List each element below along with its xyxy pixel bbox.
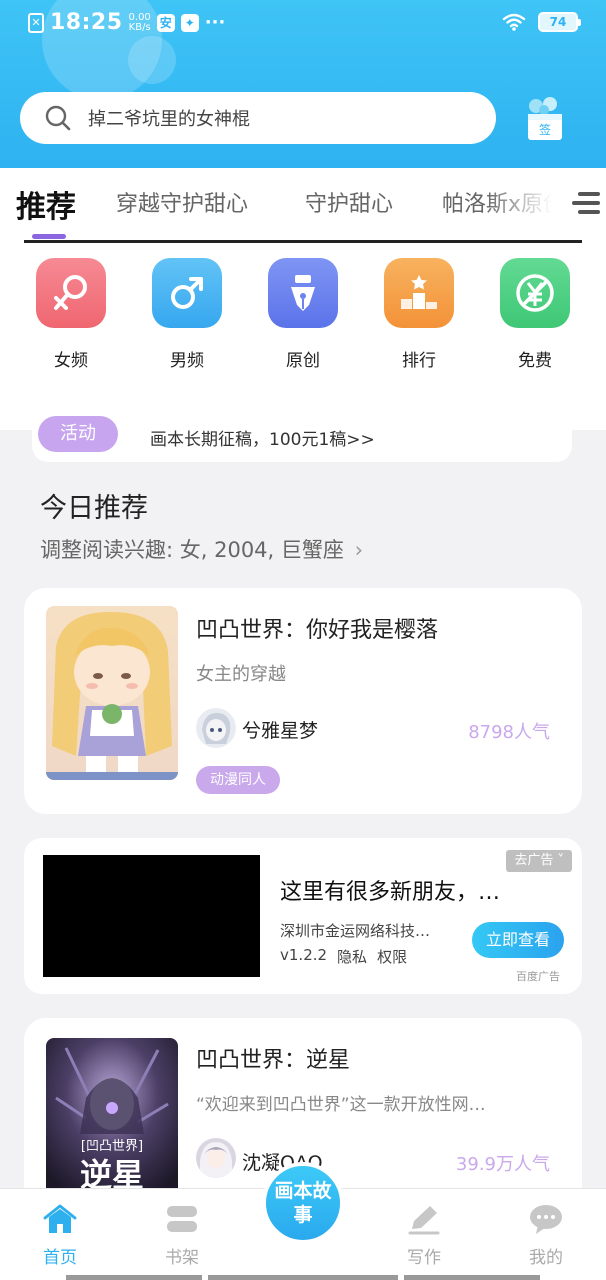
picture-story-button[interactable]: 画本故事 — [262, 1162, 344, 1244]
gesture-bar — [208, 1275, 398, 1280]
book-title: 凹凸世界：你好我是樱落 — [196, 618, 439, 643]
activity-text: 画本长期征稿，100元1稿>> — [150, 430, 375, 450]
search-placeholder: 掉二爷坑里的女神棍 — [88, 109, 250, 130]
no-sim-icon: ✕ — [28, 12, 44, 33]
nav-write[interactable]: 写作 — [384, 1203, 464, 1268]
gift-signin-icon: 签 — [528, 97, 562, 140]
book-description: 女主的穿越 — [196, 664, 286, 685]
author-avatar[interactable] — [196, 1138, 236, 1178]
chevron-right-icon: › — [354, 538, 363, 562]
book-title: 凹凸世界：逆星 — [196, 1048, 351, 1073]
remove-ad-button[interactable]: 去广告 ˅ — [506, 850, 572, 872]
tab-chuanyue-shouhu-tianxin[interactable]: 穿越守护甜心 — [116, 186, 248, 218]
search-bar[interactable]: 掉二爷坑里的女神棍 — [20, 92, 496, 144]
more-notifications-icon: ··· — [204, 12, 226, 33]
app-notification-icon: 安 — [156, 13, 175, 32]
tab-recommend[interactable]: 推荐 — [16, 182, 76, 226]
ad-card[interactable]: 去广告 ˅ 这里有很多新朋友，… 深圳市金运网络科技… v1.2.2 隐私 权限… — [24, 838, 582, 994]
book-description: “欢迎来到凹凸世界”这一款开放性网… — [196, 1095, 486, 1115]
nav-home[interactable]: 首页 — [20, 1203, 100, 1268]
popularity-count: 39.9万人气 — [455, 1154, 550, 1175]
pencil-icon — [406, 1203, 442, 1235]
category-grid: 女频 男频 原创 排行 免费 — [0, 240, 606, 430]
ad-company: 深圳市金运网络科技… — [280, 922, 431, 940]
book-cover-image: [凹凸世界] 逆星 — [46, 1038, 178, 1198]
svg-text:[凹凸世界]: [凹凸世界] — [81, 1139, 143, 1154]
author-name[interactable]: 兮雅星梦 — [242, 716, 318, 743]
female-icon — [36, 258, 106, 328]
status-time: 18:25 — [50, 10, 123, 35]
category-male[interactable]: 男频 — [142, 258, 232, 371]
author-avatar[interactable] — [196, 708, 236, 748]
podium-icon — [384, 258, 454, 328]
ad-source-label: 百度广告 — [516, 970, 560, 983]
wechat-icon: ✦ — [180, 13, 199, 32]
ad-privacy-link[interactable]: 隐私 — [337, 946, 367, 967]
yuan-free-icon — [500, 258, 570, 328]
tab-shouhu-tianxin[interactable]: 守护甜心 — [305, 186, 393, 218]
battery-indicator: 74 — [538, 12, 581, 32]
svg-text:签: 签 — [539, 122, 551, 137]
popularity-count: 8798人气 — [468, 722, 550, 743]
ad-version: v1.2.2 — [280, 946, 328, 964]
book-cover-image — [46, 606, 178, 780]
ad-permission-link[interactable]: 权限 — [377, 946, 407, 967]
category-ranking[interactable]: 排行 — [374, 258, 464, 371]
status-bar: ✕ 18:25 0.00 KB/s 安 ✦ ··· 74 — [0, 0, 606, 48]
ad-title: 这里有很多新朋友，… — [280, 880, 501, 905]
net-speed: 0.00 KB/s — [128, 11, 151, 33]
home-icon — [42, 1203, 78, 1235]
gesture-bar — [66, 1275, 202, 1280]
banner-edge — [24, 240, 582, 243]
ad-meta: v1.2.2 隐私 权限 — [280, 946, 407, 967]
active-tab-indicator — [32, 234, 66, 239]
reading-interest-link[interactable]: 调整阅读兴趣: 女, 2004, 巨蟹座 › — [40, 534, 363, 564]
activity-banner[interactable]: 活动 画本长期征稿，100元1稿>> — [32, 410, 572, 462]
category-tabs: 推荐 穿越守护甜心 守护甜心 帕洛斯x原创 — [0, 168, 606, 240]
daily-signin-button[interactable]: 签 — [520, 96, 568, 142]
book-card[interactable]: 凹凸世界：你好我是樱落 女主的穿越 兮雅星梦 8798人气 动漫同人 — [24, 588, 582, 814]
nav-bookshelf[interactable]: 书架 — [142, 1203, 222, 1268]
tab-menu-icon[interactable] — [572, 190, 600, 216]
today-recommend-title: 今日推荐 — [40, 493, 148, 524]
category-female[interactable]: 女频 — [26, 258, 116, 371]
ad-media[interactable] — [43, 855, 260, 977]
wifi-icon — [502, 13, 526, 31]
gesture-bar — [404, 1275, 540, 1280]
bookshelf-icon — [164, 1203, 200, 1235]
category-free[interactable]: 免费 — [490, 258, 580, 371]
book-cover[interactable]: [凹凸世界] 逆星 — [46, 1038, 178, 1198]
book-cover[interactable] — [46, 606, 178, 780]
activity-badge: 活动 — [38, 416, 118, 452]
header: ✕ 18:25 0.00 KB/s 安 ✦ ··· 74 掉二爷坑里的女神棍 签 — [0, 0, 606, 168]
category-original[interactable]: 原创 — [258, 258, 348, 371]
pen-nib-icon — [268, 258, 338, 328]
chat-bubble-icon — [528, 1203, 564, 1235]
nav-mine[interactable]: 我的 — [506, 1203, 586, 1268]
ad-view-now-button[interactable]: 立即查看 — [472, 922, 564, 958]
search-icon — [45, 105, 71, 131]
male-icon — [152, 258, 222, 328]
genre-tag[interactable]: 动漫同人 — [196, 766, 280, 794]
